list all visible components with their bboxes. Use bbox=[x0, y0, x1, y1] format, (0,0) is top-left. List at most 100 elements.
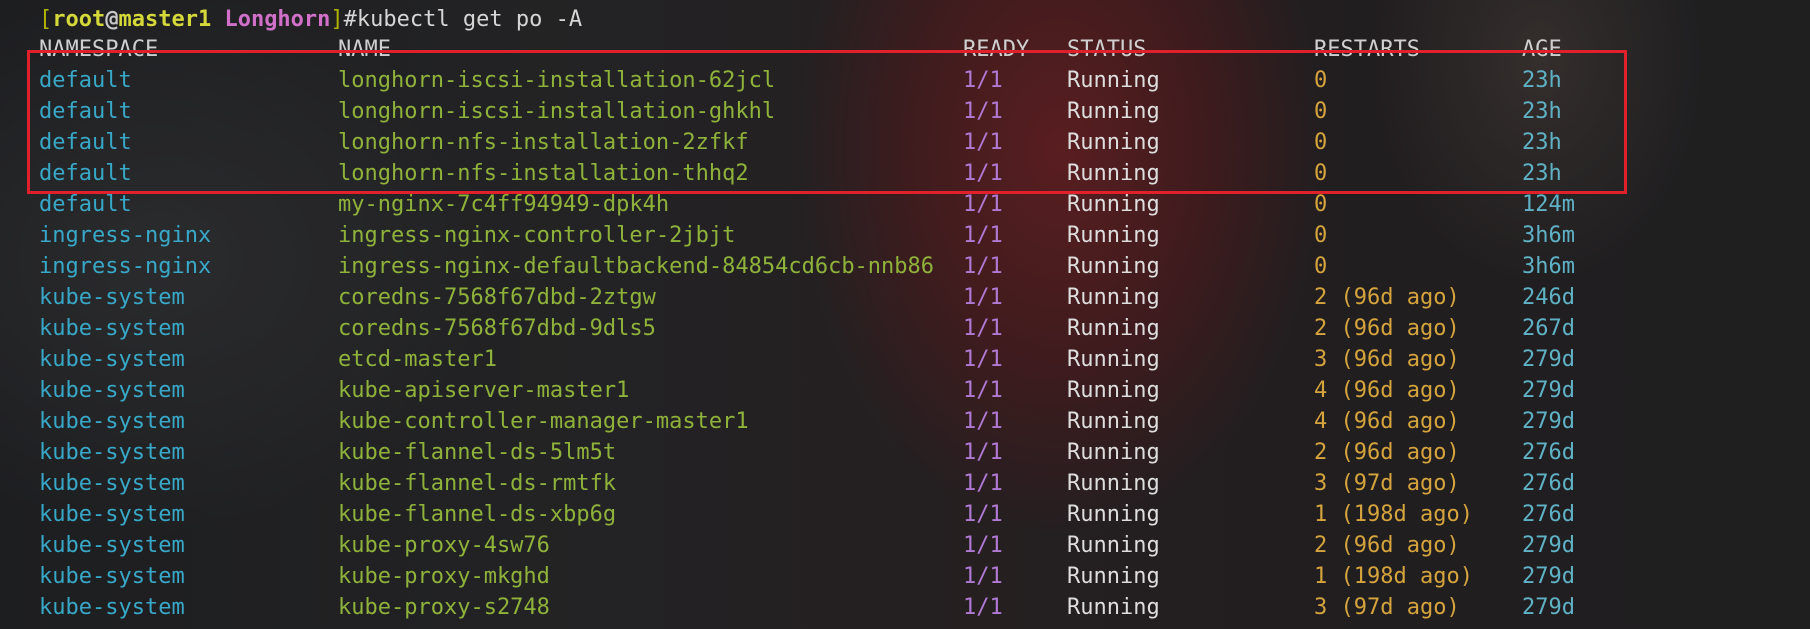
pod-restarts: 3 (96d ago) bbox=[1314, 347, 1460, 372]
prompt-user: root bbox=[52, 7, 106, 32]
pod-ready: 1/1 bbox=[963, 130, 1003, 155]
pod-status: Running bbox=[1067, 471, 1160, 496]
pod-name: coredns-7568f67dbd-9dls5 bbox=[338, 316, 656, 341]
header-name: NAME bbox=[338, 37, 391, 62]
table-row: kube-system kube-flannel-ds-5lm5t 1/1 Runni… bbox=[0, 437, 1810, 468]
pod-namespace: kube-system bbox=[39, 595, 185, 620]
pod-name: kube-proxy-s2748 bbox=[338, 595, 550, 620]
pod-name: kube-proxy-mkghd bbox=[338, 564, 550, 589]
pod-ready: 1/1 bbox=[963, 316, 1003, 341]
pod-namespace: default bbox=[39, 192, 132, 217]
pod-name: kube-apiserver-master1 bbox=[338, 378, 630, 403]
pod-status: Running bbox=[1067, 192, 1160, 217]
pod-name: longhorn-nfs-installation-2zfkf bbox=[338, 130, 749, 155]
pod-status: Running bbox=[1067, 68, 1160, 93]
pod-status: Running bbox=[1067, 378, 1160, 403]
table-row: default longhorn-nfs-installation-thhq2 1/… bbox=[0, 158, 1810, 189]
pod-restarts: 4 (96d ago) bbox=[1314, 378, 1460, 403]
pod-namespace: ingress-nginx bbox=[39, 223, 212, 248]
table-row: kube-system kube-flannel-ds-rmtfk 1/1 Runni… bbox=[0, 468, 1810, 499]
pod-age: 267d bbox=[1522, 316, 1575, 341]
pod-status: Running bbox=[1067, 254, 1160, 279]
table-row: kube-system coredns-7568f67dbd-9dls5 1/1 Ru… bbox=[0, 313, 1810, 344]
pod-age: 23h bbox=[1522, 99, 1562, 124]
prompt-open-bracket: [ bbox=[39, 7, 53, 32]
prompt-directory: Longhorn bbox=[224, 7, 331, 32]
pod-ready: 1/1 bbox=[963, 471, 1003, 496]
command-prompt-line: [root@master1 Longhorn]#kubectl get po -… bbox=[0, 4, 1810, 35]
typed-command: #kubectl get po -A bbox=[343, 7, 583, 32]
table-row: kube-system kube-proxy-mkghd 1/1 Running 1 (… bbox=[0, 561, 1810, 592]
pod-name: kube-proxy-4sw76 bbox=[338, 533, 550, 558]
pod-name: longhorn-iscsi-installation-62jcl bbox=[338, 68, 776, 93]
pod-namespace: kube-system bbox=[39, 347, 185, 372]
table-row: kube-system kube-proxy-4sw76 1/1 Running 2 (… bbox=[0, 530, 1810, 561]
pod-namespace: default bbox=[39, 99, 132, 124]
pod-restarts: 3 (97d ago) bbox=[1314, 595, 1460, 620]
pod-status: Running bbox=[1067, 347, 1160, 372]
pod-age: 3h6m bbox=[1522, 254, 1575, 279]
table-row: kube-system coredns-7568f67dbd-2ztgw 1/1 Ru… bbox=[0, 282, 1810, 313]
pod-ready: 1/1 bbox=[963, 254, 1003, 279]
pod-namespace: default bbox=[39, 161, 132, 186]
pod-restarts: 0 bbox=[1314, 161, 1328, 186]
pod-ready: 1/1 bbox=[963, 533, 1003, 558]
pod-status: Running bbox=[1067, 409, 1160, 434]
pod-status: Running bbox=[1067, 440, 1160, 465]
pod-age: 124m bbox=[1522, 192, 1575, 217]
pod-namespace: kube-system bbox=[39, 533, 185, 558]
pod-age: 279d bbox=[1522, 595, 1575, 620]
table-row: kube-system kube-proxy-s2748 1/1 Running 3 (… bbox=[0, 592, 1810, 623]
table-row: kube-system kube-controller-manager-maste… bbox=[0, 406, 1810, 437]
pod-status: Running bbox=[1067, 99, 1160, 124]
table-row: ingress-nginx ingress-nginx-controller-2j… bbox=[0, 220, 1810, 251]
pod-age: 23h bbox=[1522, 68, 1562, 93]
table-row: default longhorn-iscsi-installation-ghkhl… bbox=[0, 96, 1810, 127]
pod-ready: 1/1 bbox=[963, 192, 1003, 217]
pod-status: Running bbox=[1067, 285, 1160, 310]
pod-ready: 1/1 bbox=[963, 347, 1003, 372]
pod-restarts: 4 (96d ago) bbox=[1314, 409, 1460, 434]
pod-restarts: 0 bbox=[1314, 192, 1328, 217]
terminal-window[interactable]: [root@master1 Longhorn]#kubectl get po -… bbox=[0, 0, 1810, 629]
pod-ready: 1/1 bbox=[963, 502, 1003, 527]
pod-restarts: 3 (97d ago) bbox=[1314, 471, 1460, 496]
pod-name: ingress-nginx-defaultbackend-84854cd6cb-… bbox=[338, 254, 935, 279]
pod-restarts: 2 (96d ago) bbox=[1314, 533, 1460, 558]
shell-prompt: [root@master1 Longhorn]#kubectl get po -… bbox=[39, 4, 582, 35]
pod-ready: 1/1 bbox=[963, 161, 1003, 186]
pod-age: 279d bbox=[1522, 533, 1575, 558]
pod-restarts: 1 (198d ago) bbox=[1314, 564, 1473, 589]
pod-namespace: ingress-nginx bbox=[39, 254, 212, 279]
pod-status: Running bbox=[1067, 161, 1160, 186]
pod-namespace: kube-system bbox=[39, 471, 185, 496]
header-namespace: NAMESPACE bbox=[39, 37, 159, 62]
table-row: kube-system kube-apiserver-master1 1/1 Runn… bbox=[0, 375, 1810, 406]
prompt-host: master1 bbox=[118, 7, 212, 32]
pod-namespace: default bbox=[39, 130, 132, 155]
pod-age: 279d bbox=[1522, 564, 1575, 589]
pod-ready: 1/1 bbox=[963, 595, 1003, 620]
pod-restarts: 0 bbox=[1314, 130, 1328, 155]
table-row: kube-system kube-flannel-ds-xbp6g 1/1 Runni… bbox=[0, 499, 1810, 530]
pod-status: Running bbox=[1067, 533, 1160, 558]
pod-name: coredns-7568f67dbd-2ztgw bbox=[338, 285, 656, 310]
table-row: default longhorn-nfs-installation-2zfkf 1/… bbox=[0, 127, 1810, 158]
pod-status: Running bbox=[1067, 316, 1160, 341]
pod-name: longhorn-iscsi-installation-ghkhl bbox=[338, 99, 776, 124]
table-row: default my-nginx-7c4ff94949-dpk4h 1/1 Runni… bbox=[0, 189, 1810, 220]
table-header-row: NAMESPACE NAME READY STATUS RESTARTS AGE bbox=[0, 34, 1810, 65]
pod-name: my-nginx-7c4ff94949-dpk4h bbox=[338, 192, 670, 217]
pod-ready: 1/1 bbox=[963, 564, 1003, 589]
pod-status: Running bbox=[1067, 564, 1160, 589]
pod-namespace: kube-system bbox=[39, 316, 185, 341]
header-restarts: RESTARTS bbox=[1314, 37, 1420, 62]
pod-age: 246d bbox=[1522, 285, 1575, 310]
pod-status: Running bbox=[1067, 595, 1160, 620]
pod-age: 3h6m bbox=[1522, 223, 1575, 248]
pod-ready: 1/1 bbox=[963, 68, 1003, 93]
table-row: kube-system etcd-master1 1/1 Running 3 (96d … bbox=[0, 344, 1810, 375]
pod-ready: 1/1 bbox=[963, 440, 1003, 465]
pod-restarts: 0 bbox=[1314, 99, 1328, 124]
